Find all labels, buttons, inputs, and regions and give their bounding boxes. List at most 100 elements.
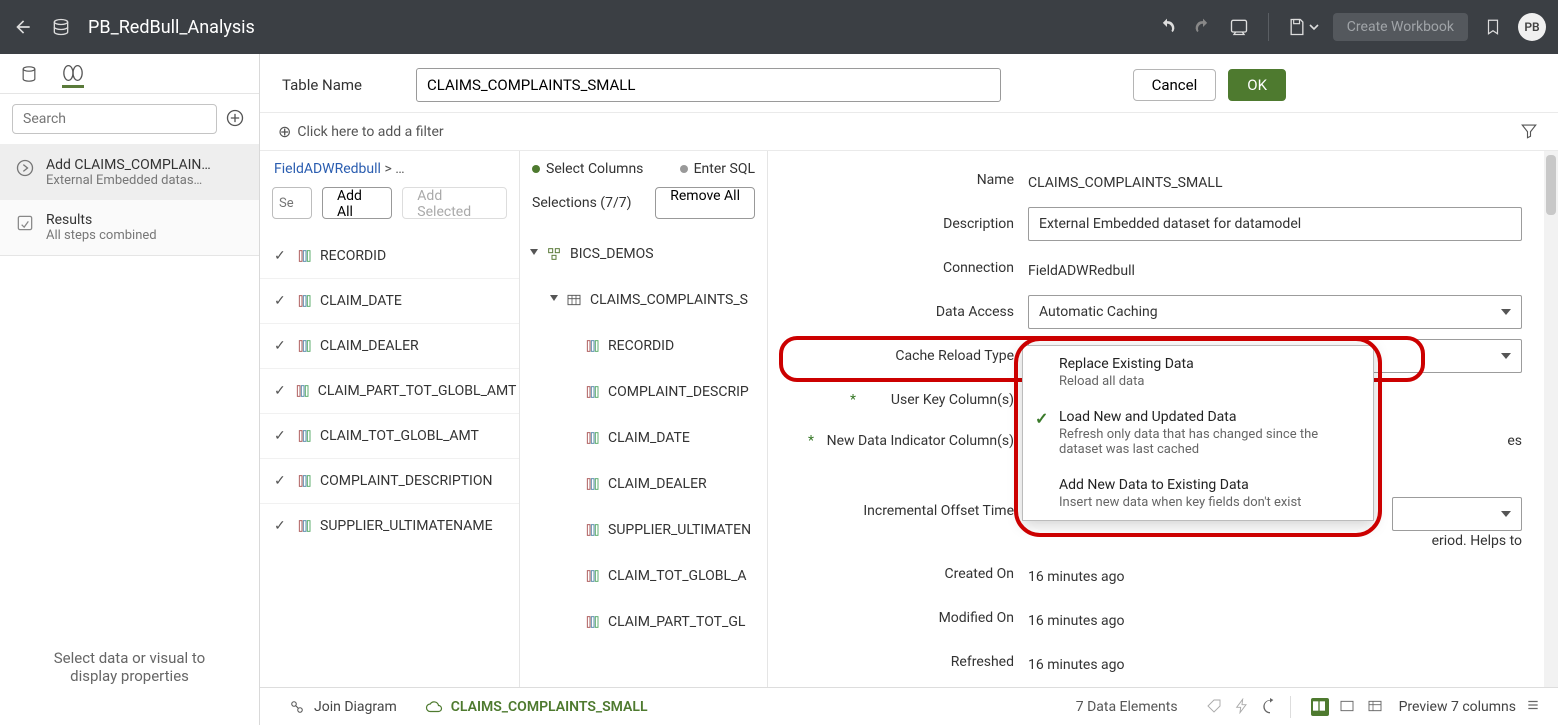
- label-new-indicator: *New Data Indicator Column(s): [788, 427, 1028, 449]
- value-created-on: 16 minutes ago: [1028, 563, 1522, 585]
- chevron-down-icon: [530, 249, 538, 259]
- page-title: PB_RedBull_Analysis: [88, 17, 255, 38]
- tag-icon[interactable]: [1206, 698, 1224, 716]
- remove-all-button[interactable]: Remove All: [655, 187, 755, 219]
- cache-reload-dropdown: Replace Existing Data Reload all data Lo…: [1022, 345, 1374, 521]
- field-item[interactable]: ✓CLAIM_TOT_GLOBL_AMT: [260, 413, 519, 458]
- add-all-button[interactable]: Add All: [322, 187, 392, 219]
- value-name: CLAIMS_COMPLAINTS_SMALL: [1028, 169, 1522, 191]
- tree-column[interactable]: RECORDID: [520, 323, 767, 369]
- lightning-icon[interactable]: [1234, 698, 1252, 716]
- field-item[interactable]: ✓SUPPLIER_ULTIMATENAME: [260, 503, 519, 548]
- dropdown-option-load-new[interactable]: Load New and Updated Data Refresh only d…: [1023, 399, 1373, 467]
- tree-schema[interactable]: BICS_DEMOS: [520, 231, 767, 277]
- view-a-icon[interactable]: [1311, 698, 1329, 716]
- funnel-icon[interactable]: [1520, 122, 1540, 142]
- sidebar-search-input[interactable]: [12, 104, 217, 134]
- field-item[interactable]: ✓COMPLAINT_DESCRIPTION: [260, 458, 519, 503]
- top-bar: PB_RedBull_Analysis Create Workbook PB: [0, 0, 1558, 54]
- add-selected-button: Add Selected: [402, 187, 507, 219]
- tab-select-columns[interactable]: Select Columns: [532, 161, 643, 177]
- tree-table[interactable]: CLAIMS_COMPLAINTS_S: [520, 277, 767, 323]
- selections-panel: Select Columns Enter SQL Selections (7/7…: [520, 151, 768, 725]
- field-item[interactable]: ✓CLAIM_PART_TOT_GLOBL_AMT: [260, 368, 519, 413]
- tablename-label: Table Name: [282, 76, 392, 94]
- undo-icon[interactable]: [1156, 16, 1178, 38]
- field-item[interactable]: ✓CLAIM_DATE: [260, 278, 519, 323]
- save-menu[interactable]: [1287, 17, 1319, 37]
- dropdown-option-replace[interactable]: Replace Existing Data Reload all data: [1023, 346, 1373, 399]
- description-input[interactable]: External Embedded dataset for datamodel: [1028, 207, 1522, 241]
- label-modified-on: Modified On: [788, 610, 1028, 626]
- results-icon: [14, 212, 36, 234]
- tree-column[interactable]: CLAIM_DATE: [520, 415, 767, 461]
- step-title: Results: [46, 212, 157, 228]
- sidebar-add-icon[interactable]: [225, 108, 247, 130]
- tree-column[interactable]: CLAIM_DEALER: [520, 461, 767, 507]
- field-item[interactable]: ✓RECORDID: [260, 233, 519, 278]
- selections-count: Selections (7/7): [532, 195, 631, 211]
- tree-column[interactable]: CLAIM_TOT_GLOBL_A: [520, 553, 767, 599]
- plus-icon: ⊕: [278, 122, 291, 141]
- breadcrumb[interactable]: FieldADWRedbull > …: [260, 151, 519, 177]
- filter-bar[interactable]: ⊕ Click here to add a filter: [260, 113, 1558, 151]
- tree-column[interactable]: COMPLAINT_DESCRIP: [520, 369, 767, 415]
- preview-icon[interactable]: [1228, 16, 1250, 38]
- back-icon[interactable]: [12, 16, 34, 38]
- avatar[interactable]: PB: [1518, 13, 1546, 41]
- filter-hint: Click here to add a filter: [297, 124, 443, 140]
- tree-column[interactable]: CLAIM_PART_TOT_GL: [520, 599, 767, 645]
- label-created-on: Created On: [788, 566, 1028, 582]
- sidebar-tab-data-icon[interactable]: [18, 63, 40, 85]
- bottom-tab-dataset[interactable]: CLAIMS_COMPLAINTS_SMALL: [411, 688, 662, 725]
- label-offset-time: Incremental Offset Time: [788, 497, 1028, 519]
- step-sub: All steps combined: [46, 228, 157, 243]
- available-columns-panel: FieldADWRedbull > … Add All Add Selected…: [260, 151, 520, 725]
- cancel-button[interactable]: Cancel: [1133, 69, 1217, 101]
- dataset-icon: [50, 16, 72, 38]
- label-connection: Connection: [788, 260, 1028, 276]
- bookmark-icon[interactable]: [1482, 16, 1504, 38]
- left-sidebar: Add CLAIMS_COMPLAIN… External Embedded d…: [0, 54, 260, 725]
- truncated-text: es: [1507, 433, 1522, 449]
- label-data-access: Data Access: [788, 304, 1028, 320]
- chevron-down-icon: [550, 295, 558, 305]
- step-sub: External Embedded datas…: [46, 173, 211, 188]
- status-data-elements: 7 Data Elements: [1076, 699, 1178, 715]
- preview-columns-label: Preview 7 columns: [1399, 699, 1516, 715]
- join-icon: [288, 698, 306, 716]
- columns-search-input[interactable]: [272, 187, 312, 219]
- dropdown-option-add-new[interactable]: Add New Data to Existing Data Insert new…: [1023, 467, 1373, 520]
- tablename-input[interactable]: [416, 68, 1001, 102]
- scrollbar[interactable]: [1544, 151, 1558, 725]
- redo-icon[interactable]: [1192, 16, 1214, 38]
- sidebar-step-results[interactable]: Results All steps combined: [0, 200, 259, 255]
- refresh-icon[interactable]: [1262, 698, 1280, 716]
- label-refreshed: Refreshed: [788, 654, 1028, 670]
- table-icon: [566, 292, 582, 308]
- sidebar-tab-elements-icon[interactable]: [62, 66, 84, 88]
- sidebar-step-add-dataset[interactable]: Add CLAIMS_COMPLAIN… External Embedded d…: [0, 145, 259, 200]
- bottom-tab-join-diagram[interactable]: Join Diagram: [274, 688, 411, 725]
- value-connection: FieldADWRedbull: [1028, 257, 1522, 279]
- label-cache-reload: Cache Reload Type: [788, 348, 1028, 364]
- menu-icon[interactable]: [1526, 698, 1544, 716]
- offset-select[interactable]: [1392, 497, 1522, 531]
- cloud-icon: [425, 698, 443, 716]
- create-workbook-button[interactable]: Create Workbook: [1333, 13, 1468, 41]
- view-c-icon[interactable]: [1367, 698, 1385, 716]
- arrow-circle-icon: [14, 157, 36, 179]
- data-access-select[interactable]: Automatic Caching: [1028, 295, 1522, 329]
- label-description: Description: [788, 216, 1028, 232]
- chevron-down-icon: [1501, 353, 1511, 359]
- truncated-text: eriod. Helps to: [1432, 533, 1522, 549]
- tab-enter-sql[interactable]: Enter SQL: [680, 161, 755, 177]
- properties-panel: Name CLAIMS_COMPLAINTS_SMALL Description…: [768, 151, 1558, 725]
- ok-button[interactable]: OK: [1228, 69, 1286, 101]
- field-item[interactable]: ✓CLAIM_DEALER: [260, 323, 519, 368]
- tree-column[interactable]: SUPPLIER_ULTIMATEN: [520, 507, 767, 553]
- view-b-icon[interactable]: [1339, 698, 1357, 716]
- value-refreshed: 16 minutes ago: [1028, 651, 1522, 673]
- content-area: Table Name Cancel OK ⊕ Click here to add…: [260, 54, 1558, 725]
- label-name: Name: [788, 172, 1028, 188]
